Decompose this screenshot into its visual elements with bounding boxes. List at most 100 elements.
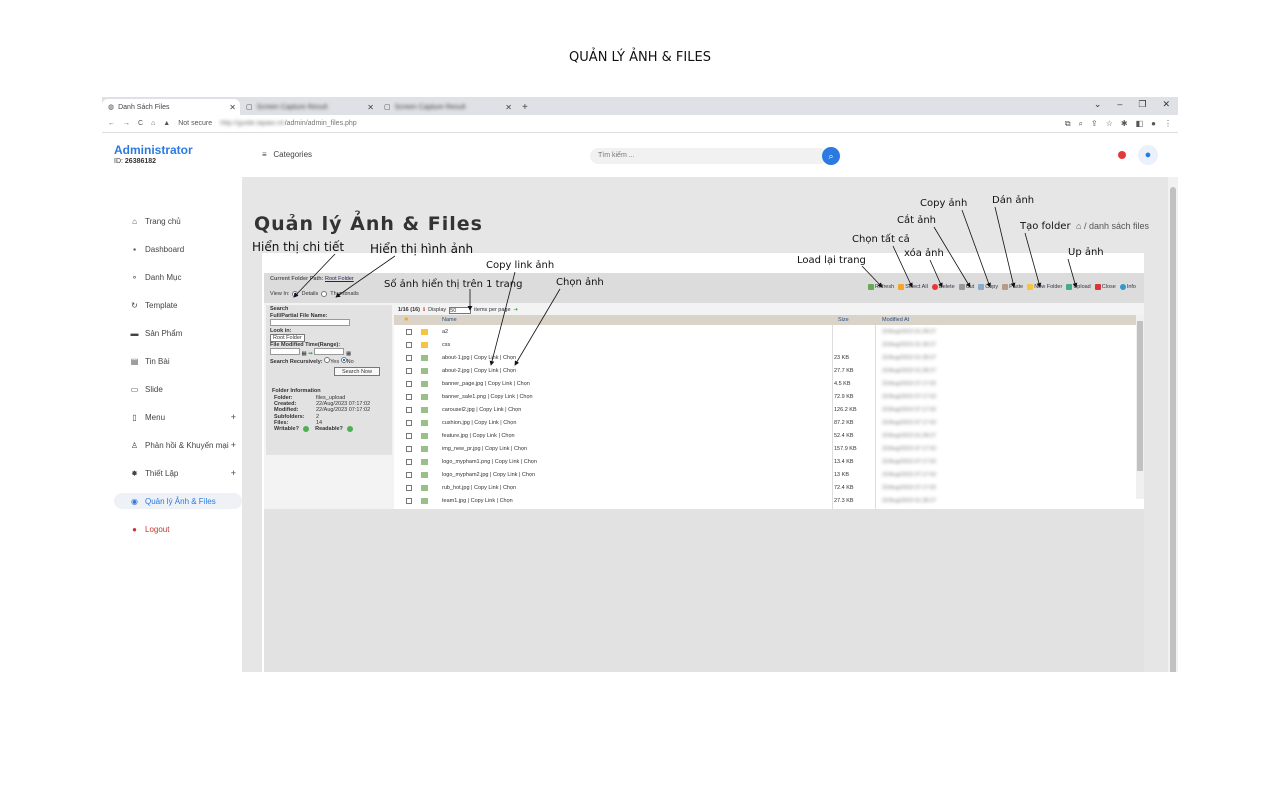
date-from-input[interactable] <box>270 348 300 355</box>
home-icon[interactable]: ⌂ <box>151 120 155 127</box>
file-name[interactable]: rub_hot.jpg | Copy Link | Chọn <box>442 485 516 491</box>
table-row[interactable]: team1.jpg | Copy Link | Chọn 27.3 KB 22/Au… <box>394 494 1144 507</box>
forward-icon[interactable]: → <box>123 120 130 127</box>
sidebar-item-template[interactable]: ↻ Template <box>102 291 242 319</box>
file-name[interactable]: css <box>442 342 450 348</box>
tab-screen-capture-1[interactable]: ▢ Screen Capture Result ✕ <box>240 99 378 115</box>
look-in-select[interactable]: Root Folder <box>270 334 305 342</box>
search-input[interactable]: Tìm kiếm ... <box>590 148 828 164</box>
select-all-icon[interactable]: ✱ <box>404 317 409 323</box>
sidebar-item-slide[interactable]: ▭ Slide <box>102 375 242 403</box>
table-row[interactable]: carousel2.jpg | Copy Link | Chọn 126.2 KB… <box>394 403 1144 416</box>
restore-icon[interactable]: ❐ <box>1138 99 1146 110</box>
table-row[interactable]: logo_mypham1.png | Copy Link | Chọn 13.4 … <box>394 455 1144 468</box>
table-row[interactable]: cushion.jpg | Copy Link | Chọn 87.2 KB 22/… <box>394 416 1144 429</box>
row-checkbox[interactable] <box>406 406 412 413</box>
row-checkbox[interactable] <box>406 354 412 361</box>
close-icon[interactable]: ✕ <box>367 103 374 112</box>
file-name[interactable]: team1.jpg | Copy Link | Chọn <box>442 498 513 504</box>
table-row[interactable]: rub_hot.jpg | Copy Link | Chọn 72.4 KB 22/… <box>394 481 1144 494</box>
star-icon[interactable]: ☆ <box>1106 119 1113 129</box>
sidebar-item-quan-ly-anh[interactable]: ◉ Quản lý Ảnh & Files <box>114 493 242 509</box>
file-name[interactable]: logo_mypham2.jpg | Copy Link | Chọn <box>442 472 535 478</box>
not-secure-label[interactable]: Not secure <box>178 120 212 127</box>
close-icon[interactable]: ✕ <box>229 103 236 112</box>
sidebar-item-logout[interactable]: ● Logout <box>102 515 242 543</box>
page-scrollbar[interactable] <box>1168 177 1178 672</box>
upload-button[interactable]: Upload <box>1066 284 1091 290</box>
row-checkbox[interactable] <box>406 328 412 335</box>
file-name[interactable]: cushion.jpg | Copy Link | Chọn <box>442 420 516 426</box>
sidebar-item-trang-chu[interactable]: ⌂ Trang chủ <box>102 207 242 235</box>
extensions-icon[interactable]: ✱ <box>1121 119 1128 129</box>
row-checkbox[interactable] <box>406 380 412 387</box>
row-checkbox[interactable] <box>406 341 412 348</box>
sidebar-item-tin-bai[interactable]: ▤ Tin Bài <box>102 347 242 375</box>
select-all-button[interactable]: Select All <box>898 284 928 290</box>
file-name[interactable]: about-2.jpg | Copy Link | Chọn <box>442 368 516 374</box>
minimize-icon[interactable]: – <box>1117 99 1122 110</box>
tab-screen-capture-2[interactable]: ▢ Screen Capture Result ✕ <box>378 99 516 115</box>
translate-icon[interactable]: ⧉ <box>1065 119 1071 129</box>
expand-icon[interactable]: + <box>231 440 236 450</box>
categories-toggle[interactable]: ≡ Categories <box>262 150 312 159</box>
table-row[interactable]: about-2.jpg | Copy Link | Chọn 27.7 KB 22/… <box>394 364 1144 377</box>
table-row[interactable]: about-1.jpg | Copy Link | Chọn 23 KB 22/Au… <box>394 351 1144 364</box>
info-button[interactable]: Info <box>1119 284 1136 290</box>
home-icon[interactable]: ⌂ <box>1076 221 1081 231</box>
new-folder-button[interactable]: New Folder <box>1027 284 1062 290</box>
root-folder-link[interactable]: Root Folder <box>325 276 354 282</box>
refresh-button[interactable]: Refresh <box>867 284 894 290</box>
per-page-select[interactable]: 50 <box>449 306 472 314</box>
back-icon[interactable]: ← <box>108 120 115 127</box>
column-modified[interactable]: Modified At <box>882 317 909 323</box>
sidepanel-icon[interactable]: ◧ <box>1136 119 1144 129</box>
row-checkbox[interactable] <box>406 471 412 478</box>
list-scrollbar[interactable] <box>1136 315 1144 499</box>
file-name[interactable]: carousel2.jpg | Copy Link | Chọn <box>442 407 521 413</box>
chevron-down-icon[interactable]: ⌄ <box>1094 99 1102 110</box>
table-row[interactable]: img_new_pr.jpg | Copy Link | Chọn 157.9 K… <box>394 442 1144 455</box>
sidebar-item-san-pham[interactable]: ▬ Sản Phẩm <box>102 319 242 347</box>
sidebar-item-dashboard[interactable]: ▪ Dashboard <box>102 235 242 263</box>
row-checkbox[interactable] <box>406 432 412 439</box>
zoom-icon[interactable]: ⌕ <box>1079 119 1083 129</box>
avatar[interactable]: ● <box>1138 145 1158 165</box>
column-size[interactable]: Size <box>838 317 849 323</box>
sidebar-item-phan-hoi[interactable]: ♙ Phản hồi & Khuyến mại + <box>102 431 242 459</box>
row-checkbox[interactable] <box>406 497 412 504</box>
details-radio[interactable] <box>292 291 299 297</box>
cut-button[interactable]: Cut <box>958 284 974 290</box>
file-name-input[interactable] <box>270 319 350 326</box>
file-name[interactable]: logo_mypham1.png | Copy Link | Chọn <box>442 459 537 465</box>
table-row[interactable]: banner_page.jpg | Copy Link | Chọn 4.5 KB… <box>394 377 1144 390</box>
sidebar-item-thiet-lap[interactable]: ✸ Thiết Lập + <box>102 459 242 487</box>
close-button[interactable]: Close <box>1094 284 1116 290</box>
url-field[interactable]: http://guide.lapaio.vn/admin/admin_files… <box>220 120 357 127</box>
search-now-button[interactable]: Search Now <box>334 367 380 376</box>
share-icon[interactable]: ⇪ <box>1091 119 1098 129</box>
close-icon[interactable]: ✕ <box>505 103 512 112</box>
table-row[interactable]: feature.jpg | Copy Link | Chọn 52.4 KB 22/… <box>394 429 1144 442</box>
table-row[interactable]: a2 22/Aug/2023 01:28:27 <box>394 325 1144 338</box>
row-checkbox[interactable] <box>406 393 412 400</box>
file-name[interactable]: feature.jpg | Copy Link | Chọn <box>442 433 515 439</box>
profile-icon[interactable]: ● <box>1151 119 1156 129</box>
file-name[interactable]: img_new_pr.jpg | Copy Link | Chọn <box>442 446 527 452</box>
column-name[interactable]: Name <box>442 317 457 323</box>
row-checkbox[interactable] <box>406 484 412 491</box>
tab-danh-sach-files[interactable]: ◍ Danh Sách Files ✕ <box>102 99 240 115</box>
paste-button[interactable]: Paste <box>1002 284 1023 290</box>
go-icon[interactable]: ➜ <box>514 307 519 313</box>
table-row[interactable]: banner_sale1.png | Copy Link | Chọn 72.9 … <box>394 390 1144 403</box>
thumbnails-radio[interactable] <box>321 291 328 297</box>
row-checkbox[interactable] <box>406 367 412 374</box>
table-row[interactable]: css 22/Aug/2023 01:28:27 <box>394 338 1144 351</box>
table-row[interactable]: logo_mypham2.jpg | Copy Link | Chọn 13 KB… <box>394 468 1144 481</box>
sidebar-item-danh-muc[interactable]: ⚬ Danh Mục <box>102 263 242 291</box>
search-button[interactable]: ⌕ <box>822 147 840 165</box>
row-checkbox[interactable] <box>406 445 412 452</box>
file-name[interactable]: a2 <box>442 329 448 335</box>
delete-button[interactable]: Delete <box>931 284 955 290</box>
row-checkbox[interactable] <box>406 458 412 465</box>
